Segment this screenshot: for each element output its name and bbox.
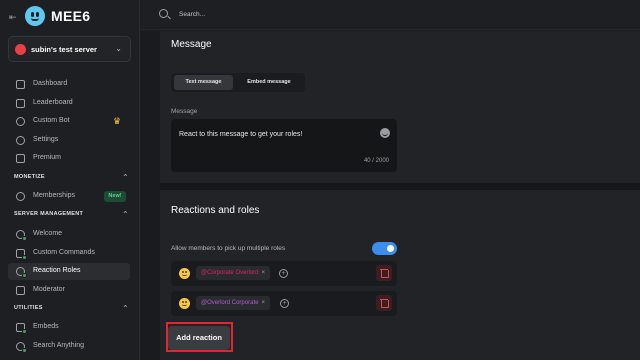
multiple-roles-toggle[interactable]: [372, 242, 397, 255]
sidebar-item-custom-bot[interactable]: Custom Bot ♛: [8, 113, 130, 130]
trash-icon[interactable]: [376, 265, 392, 281]
highlight-box: [166, 322, 233, 352]
plugin-enabled-dot: [22, 236, 27, 241]
hammer-icon: [16, 286, 25, 295]
sidebar-item-label: Custom Bot: [33, 117, 70, 124]
sidebar-item-embeds[interactable]: Embeds: [8, 319, 130, 336]
section-label: UTILITIES: [14, 305, 43, 311]
sidebar-item-label: Dashboard: [33, 80, 68, 87]
remove-role-icon[interactable]: ×: [261, 300, 265, 306]
sidebar: ⇤ MEE6 subin's test server ⌄ Dashboard L…: [0, 0, 140, 360]
main-content: Message Text message Embed message Messa…: [141, 31, 640, 360]
tab-embed-message[interactable]: Embed message: [236, 75, 302, 90]
app-name: MEE6: [51, 8, 91, 24]
role-chip: @Corporate Overlord ×: [196, 266, 270, 280]
role-chip: @Overlord Corporate ×: [196, 296, 270, 310]
sidebar-item-reaction-roles[interactable]: Reaction Roles: [8, 263, 130, 280]
message-field-label: Message: [171, 108, 198, 115]
message-text: React to this message to get your roles!: [179, 131, 303, 138]
sidebar-header: ⇤ MEE6: [0, 0, 140, 34]
sidebar-item-label: Settings: [33, 136, 59, 143]
chevron-up-icon: ⌃: [121, 210, 129, 219]
trophy-icon: [16, 99, 25, 108]
sidebar-item-label: Embeds: [33, 323, 59, 330]
plugin-enabled-dot: [22, 273, 27, 278]
sidebar-item-leaderboard[interactable]: Leaderboard: [8, 95, 130, 112]
section-label: SERVER MANAGEMENT: [14, 211, 84, 217]
section-server-management[interactable]: SERVER MANAGEMENT ⌃: [14, 210, 129, 221]
sidebar-item-settings[interactable]: Settings: [8, 132, 130, 149]
reaction-row: @Overlord Corporate × +: [171, 291, 397, 316]
crown-icon: ♛: [113, 116, 122, 126]
multiple-roles-label: Allow members to pick up multiple roles: [171, 245, 286, 252]
server-name: subin's test server: [31, 45, 97, 54]
sidebar-item-search-anything[interactable]: Search Anything: [8, 338, 130, 355]
bot-icon: [16, 117, 25, 126]
message-card-title: Message: [171, 39, 212, 50]
top-bar: Search...: [141, 0, 640, 30]
sidebar-item-label: Custom Commands: [33, 249, 95, 256]
sidebar-item-label: Premium: [33, 154, 62, 161]
character-counter: 40 / 2000: [363, 158, 389, 164]
sidebar-item-welcome[interactable]: Welcome: [8, 226, 130, 243]
sidebar-item-premium[interactable]: Premium: [8, 150, 130, 167]
new-badge: New!: [104, 191, 126, 202]
sidebar-item-label: Moderator: [33, 286, 65, 293]
plugin-enabled-dot: [22, 255, 27, 260]
section-monetize[interactable]: MONETIZE ⌃: [14, 173, 129, 184]
section-utilities[interactable]: UTILITIES ⌃: [14, 304, 129, 315]
role-name: @Corporate Overlord: [201, 270, 259, 276]
sidebar-item-memberships[interactable]: Memberships New!: [8, 188, 130, 205]
role-name: @Overlord Corporate: [201, 300, 259, 306]
search-input[interactable]: Search...: [179, 11, 205, 18]
message-type-tabs: Text message Embed message: [171, 73, 305, 92]
add-role-icon[interactable]: +: [279, 269, 288, 278]
sidebar-item-label: Leaderboard: [33, 99, 73, 106]
gear-icon: [16, 136, 25, 145]
mee6-logo-icon: [25, 6, 45, 26]
server-selector[interactable]: subin's test server ⌄: [8, 36, 131, 62]
message-card: Message Text message Embed message Messa…: [160, 31, 640, 183]
plugin-enabled-dot: [22, 329, 27, 334]
premium-icon: [16, 154, 25, 163]
sidebar-item-moderator[interactable]: Moderator: [8, 282, 130, 299]
sidebar-item-label: Welcome: [33, 230, 63, 237]
sidebar-item-label: Memberships: [33, 192, 76, 199]
tab-text-message[interactable]: Text message: [174, 75, 233, 90]
server-avatar: [15, 44, 26, 55]
trash-icon[interactable]: [376, 295, 392, 311]
sidebar-item-custom-commands[interactable]: Custom Commands: [8, 245, 130, 262]
collapse-sidebar-icon[interactable]: ⇤: [9, 12, 19, 22]
reaction-row: @Corporate Overlord × +: [171, 261, 397, 286]
dashboard-icon: [16, 80, 25, 89]
remove-role-icon[interactable]: ×: [261, 270, 265, 276]
reactions-card-title: Reactions and roles: [171, 205, 260, 216]
slightly-smiling-face-icon[interactable]: [179, 268, 190, 279]
sidebar-item-dashboard[interactable]: Dashboard: [8, 76, 130, 93]
face-with-open-mouth-icon[interactable]: [179, 298, 190, 309]
chevron-down-icon: ⌄: [115, 44, 122, 53]
add-role-icon[interactable]: +: [280, 299, 289, 308]
section-label: MONETIZE: [14, 174, 45, 180]
memberships-icon: [16, 192, 25, 201]
emoji-picker-icon[interactable]: [380, 128, 390, 138]
sidebar-item-label: Search Anything: [33, 342, 84, 349]
message-textarea[interactable]: React to this message to get your roles!…: [171, 119, 397, 172]
search-icon[interactable]: [159, 9, 168, 18]
chevron-up-icon: ⌃: [121, 173, 129, 182]
content-gutter: [141, 31, 160, 360]
sidebar-item-label: Reaction Roles: [33, 267, 81, 274]
plugin-enabled-dot: [22, 348, 27, 353]
chevron-up-icon: ⌃: [121, 304, 129, 313]
